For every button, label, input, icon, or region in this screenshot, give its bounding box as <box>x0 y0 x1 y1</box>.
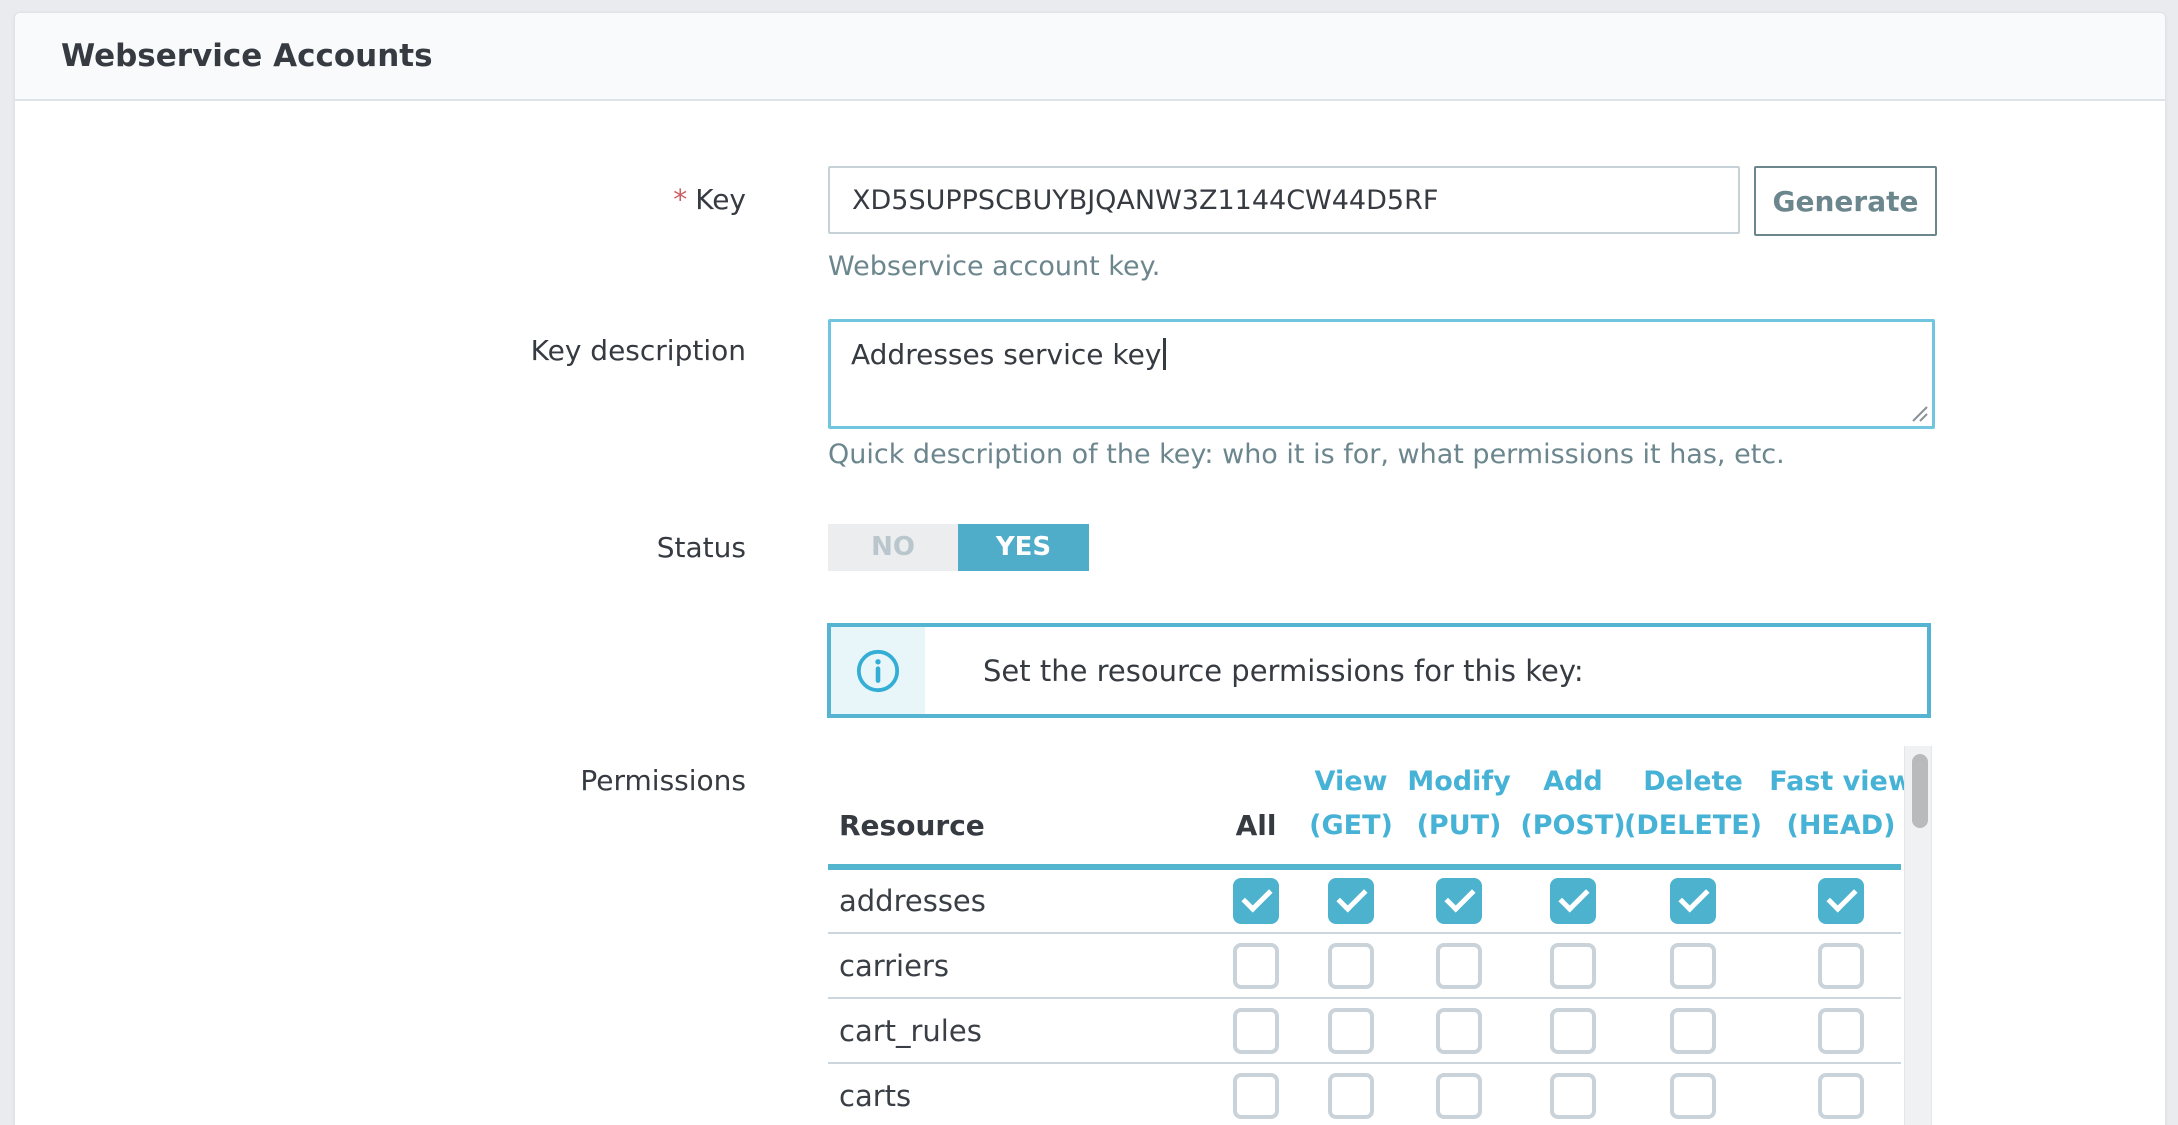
resource-name: carts <box>839 1064 911 1125</box>
table-row: cart_rules <box>828 999 1901 1062</box>
generate-button[interactable]: Generate <box>1754 166 1937 236</box>
table-row: addresses <box>828 870 1901 932</box>
permission-checkbox[interactable] <box>1818 943 1864 989</box>
permissions-label: Permissions <box>15 761 746 801</box>
key-label: *Key <box>15 180 746 220</box>
column-header-resource: Resource <box>839 804 985 848</box>
permission-checkbox[interactable] <box>1436 1073 1482 1119</box>
resize-handle-icon[interactable] <box>1907 401 1929 423</box>
key-description-label: Key description <box>15 331 746 371</box>
status-label: Status <box>15 528 746 568</box>
resource-name: cart_rules <box>839 999 982 1062</box>
key-help-text: Webservice account key. <box>828 251 1160 282</box>
key-description-textarea[interactable]: Addresses service key <box>828 319 1935 429</box>
permission-checkbox[interactable] <box>1233 1073 1279 1119</box>
permission-checkbox[interactable] <box>1233 943 1279 989</box>
table-scrollbar-thumb[interactable] <box>1912 754 1928 828</box>
text-cursor <box>1163 338 1166 370</box>
permission-checkbox[interactable] <box>1328 943 1374 989</box>
info-alert-text: Set the resource permissions for this ke… <box>983 627 1917 714</box>
resource-name: addresses <box>839 870 986 932</box>
webservice-accounts-panel: Webservice Accounts *Key Generate Webser… <box>14 12 2166 1125</box>
permission-checkbox[interactable] <box>1233 878 1279 924</box>
info-icon <box>855 648 901 694</box>
permission-checkbox[interactable] <box>1328 878 1374 924</box>
page-title: Webservice Accounts <box>61 13 433 99</box>
key-description-help-text: Quick description of the key: who it is … <box>828 439 1785 470</box>
info-alert-icon-area <box>831 627 925 714</box>
column-header-fast-view-head: Fast view (HEAD) <box>1769 760 1913 848</box>
status-toggle: NO YES <box>828 524 1089 571</box>
permission-checkbox[interactable] <box>1233 1008 1279 1054</box>
info-alert: Set the resource permissions for this ke… <box>827 623 1931 718</box>
permission-checkbox[interactable] <box>1550 943 1596 989</box>
permission-checkbox[interactable] <box>1436 878 1482 924</box>
permission-checkbox[interactable] <box>1670 878 1716 924</box>
permission-checkbox[interactable] <box>1818 878 1864 924</box>
required-asterisk: * <box>673 183 687 216</box>
permission-checkbox[interactable] <box>1550 1008 1596 1054</box>
column-header-delete-delete: Delete (DELETE) <box>1624 760 1762 848</box>
permission-checkbox[interactable] <box>1328 1073 1374 1119</box>
permission-checkbox[interactable] <box>1670 1073 1716 1119</box>
table-row: carriers <box>828 934 1901 997</box>
permission-checkbox[interactable] <box>1670 943 1716 989</box>
key-label-text: Key <box>695 183 746 216</box>
table-row: carts <box>828 1064 1901 1125</box>
column-header-view-get: View (GET) <box>1309 760 1393 848</box>
permission-checkbox[interactable] <box>1550 1073 1596 1119</box>
key-description-value: Addresses service key <box>851 338 1161 371</box>
permission-checkbox[interactable] <box>1328 1008 1374 1054</box>
key-input[interactable] <box>828 166 1740 234</box>
panel-header: Webservice Accounts <box>15 13 2165 101</box>
permission-checkbox[interactable] <box>1436 1008 1482 1054</box>
column-header-modify-put: Modify (PUT) <box>1407 760 1510 848</box>
permission-checkbox[interactable] <box>1436 943 1482 989</box>
status-toggle-no[interactable]: NO <box>828 524 958 571</box>
column-header-add-post: Add (POST) <box>1520 760 1625 848</box>
status-toggle-yes[interactable]: YES <box>958 524 1089 571</box>
permissions-table: Resource All View (GET) Modify (PUT) Add… <box>828 746 1932 1125</box>
permission-checkbox[interactable] <box>1670 1008 1716 1054</box>
column-header-all: All <box>1236 804 1277 848</box>
table-scrollbar[interactable] <box>1904 746 1932 1125</box>
permission-checkbox[interactable] <box>1818 1008 1864 1054</box>
resource-name: carriers <box>839 934 949 997</box>
permission-checkbox[interactable] <box>1550 878 1596 924</box>
permission-checkbox[interactable] <box>1818 1073 1864 1119</box>
